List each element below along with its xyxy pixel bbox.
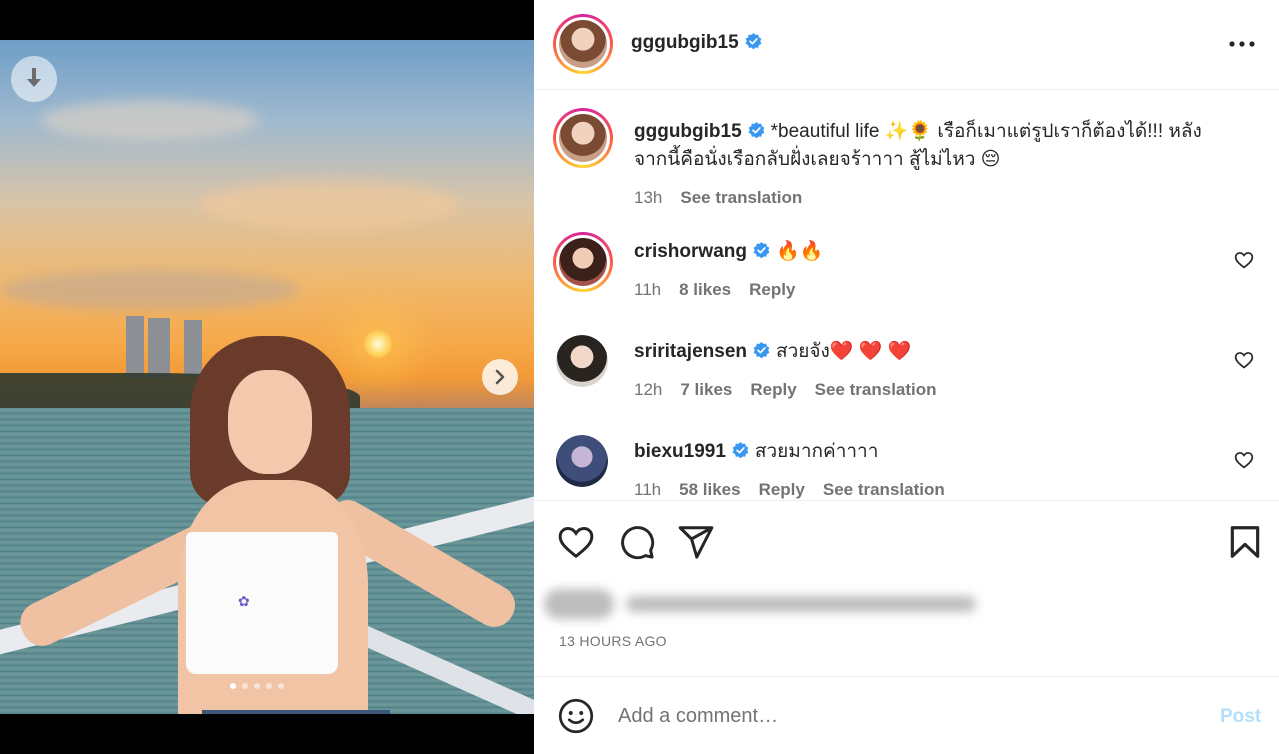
arrow-down-icon	[27, 68, 41, 87]
heart-icon[interactable]	[1234, 450, 1254, 470]
reply-button[interactable]: Reply	[749, 276, 795, 304]
download-button[interactable]	[11, 56, 57, 102]
comment-username[interactable]: crishorwang	[634, 241, 747, 262]
carousel-dot	[278, 683, 284, 689]
comment-meta: 11h 8 likes Reply	[634, 276, 1214, 304]
like-button[interactable]	[557, 523, 595, 561]
cloud-shape	[40, 100, 260, 140]
caption-meta: 13h See translation	[634, 184, 1214, 212]
comment-username[interactable]: biexu1991	[634, 441, 726, 462]
cloud-shape	[0, 270, 300, 310]
carousel-dot	[242, 683, 248, 689]
verified-badge-icon	[732, 442, 749, 459]
sun	[364, 330, 392, 358]
crop-top	[186, 532, 338, 674]
next-image-button[interactable]	[482, 359, 518, 395]
carousel-dot	[230, 683, 236, 689]
verified-badge-icon	[753, 242, 770, 259]
jeans	[202, 710, 390, 714]
post-media: ✿	[0, 0, 534, 754]
cloud-shape	[200, 180, 460, 230]
carousel-dot	[254, 683, 260, 689]
comment-avatar[interactable]	[556, 435, 608, 487]
heart-icon[interactable]	[1234, 350, 1254, 370]
post-header: gggubgib15	[534, 0, 1279, 90]
post-sidebar: gggubgib15 gggubgib15 *beautiful life ✨🌻 …	[534, 0, 1279, 754]
flower-graphic: ✿	[238, 593, 250, 609]
post-timestamp: 13 HOURS AGO	[559, 633, 667, 649]
comment-avatar[interactable]	[553, 232, 613, 292]
comment-avatar[interactable]	[556, 335, 608, 387]
author-username[interactable]: gggubgib15	[631, 32, 739, 53]
carousel-indicator	[230, 683, 284, 689]
add-comment-bar: Post	[534, 676, 1279, 754]
comment-likes[interactable]: 58 likes	[679, 476, 740, 499]
comment-time: 12h	[634, 380, 663, 399]
comment-username[interactable]: sriritajensen	[634, 341, 747, 362]
post-photo[interactable]: ✿	[0, 40, 534, 714]
emoji-icon[interactable]	[558, 698, 594, 734]
chevron-right-icon	[495, 369, 505, 385]
ellipsis-icon	[1229, 41, 1255, 47]
verified-badge-icon	[748, 122, 764, 139]
liked-by-summary[interactable]	[544, 585, 1004, 623]
see-translation-link[interactable]: See translation	[815, 376, 937, 404]
comment-input[interactable]	[618, 701, 1178, 731]
caption-username[interactable]: gggubgib15	[634, 121, 742, 142]
liked-by-text-blurred	[626, 596, 976, 612]
more-options-button[interactable]	[1227, 30, 1257, 58]
reply-button[interactable]: Reply	[750, 376, 796, 404]
post-comment-button[interactable]: Post	[1220, 706, 1261, 728]
comment-likes[interactable]: 8 likes	[679, 276, 731, 304]
see-translation-link[interactable]: See translation	[680, 184, 802, 212]
carousel-dot	[266, 683, 272, 689]
caption-time: 13h	[634, 188, 663, 207]
building	[126, 316, 144, 378]
see-translation-link[interactable]: See translation	[823, 476, 945, 499]
heart-icon[interactable]	[1234, 250, 1254, 270]
comment-text: สวยจัง❤️ ❤️ ❤️	[776, 341, 912, 362]
comment-meta: 11h 58 likes Reply See translation	[634, 476, 1214, 499]
comment-likes[interactable]: 7 likes	[680, 376, 732, 404]
author-avatar[interactable]	[553, 14, 613, 74]
comment-meta: 12h 7 likes Reply See translation	[634, 376, 1214, 404]
comment-text: สวยมากค่าาาา	[754, 441, 879, 462]
action-bar	[534, 500, 1279, 580]
share-button[interactable]	[677, 523, 715, 561]
save-button[interactable]	[1226, 523, 1264, 561]
building	[184, 320, 202, 376]
verified-badge-icon	[753, 342, 770, 359]
person-face	[228, 370, 312, 474]
liked-by-avatars-blurred	[544, 589, 614, 619]
caption-avatar[interactable]	[553, 108, 613, 168]
building	[148, 318, 170, 378]
comment-text: 🔥🔥	[775, 241, 824, 262]
comment-button[interactable]	[618, 523, 656, 561]
verified-badge-icon	[745, 33, 761, 50]
comment-time: 11h	[634, 280, 662, 299]
comment-time: 11h	[634, 480, 662, 499]
comments-list: gggubgib15 *beautiful life ✨🌻 เรือก็เมาแต…	[534, 91, 1279, 499]
reply-button[interactable]: Reply	[759, 476, 805, 499]
